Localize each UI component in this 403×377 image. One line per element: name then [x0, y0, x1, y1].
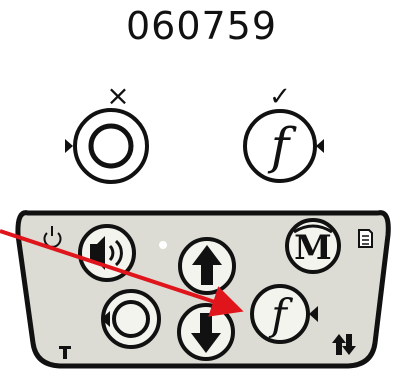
document-icon[interactable] — [358, 229, 373, 248]
svg-text:M: M — [294, 228, 332, 268]
down-button[interactable] — [177, 303, 235, 361]
up-button[interactable] — [178, 237, 236, 295]
mode-button[interactable]: M — [285, 218, 341, 274]
x-mark-icon: × — [106, 79, 129, 112]
circular-arrows-icon — [88, 123, 134, 169]
control-diagram: × ✓ f M f — [0, 79, 391, 369]
check-mark-icon: ✓ — [269, 82, 291, 112]
m-symbol-icon: M — [293, 224, 333, 268]
function-button-reference: f — [243, 109, 324, 183]
control-panel: M f — [15, 210, 391, 369]
rotate-button-reference — [65, 108, 149, 184]
rotate-button[interactable] — [101, 289, 161, 349]
indicator-light — [159, 241, 167, 249]
function-f-icon: f — [267, 117, 297, 175]
